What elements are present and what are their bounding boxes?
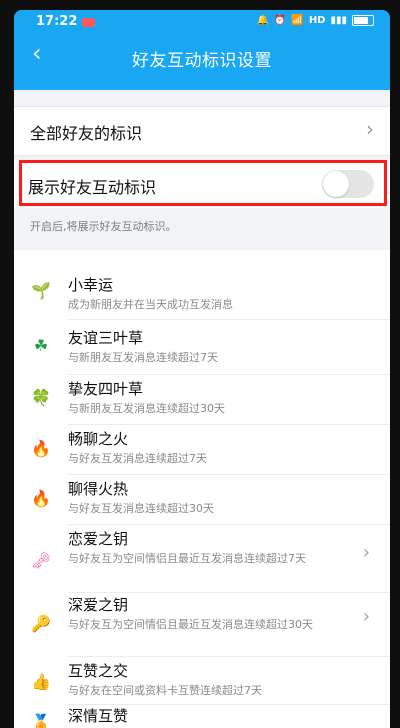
notification-icon <box>82 18 95 27</box>
item-desc: 与好友互为空间情侣且最近互发消息连续超过7天 <box>68 552 306 565</box>
clover-four-icon: 🍀 <box>31 387 51 407</box>
item-desc: 与好友在空间或资料卡互赞连续超过7天 <box>68 684 262 697</box>
item-name: 友谊三叶草 <box>68 329 144 347</box>
chevron-right-icon: › <box>366 117 374 141</box>
item-name: 畅聊之火 <box>68 430 129 448</box>
app-header: 17:22 🔔 ⏰ 📶 HD ▮▮▮ ‹ 好友互动标识设置 <box>14 10 390 90</box>
chevron-right-icon: › <box>362 606 370 627</box>
page-title: 好友互动标识设置 <box>132 51 272 71</box>
divider <box>68 656 390 657</box>
item-name: 恋爱之钥 <box>68 530 129 548</box>
item-name: 深情互赞 <box>68 707 129 725</box>
big-flame-icon: 🔥 <box>31 488 51 508</box>
pink-key-icon: 🗝 <box>30 550 52 570</box>
status-icons: 🔔 ⏰ 📶 HD ▮▮▮ <box>256 15 374 26</box>
item-desc: 与好友互发消息连续超过30天 <box>68 502 214 515</box>
highlight-box <box>19 160 387 206</box>
divider <box>68 592 390 593</box>
all-friends-label: 全部好友的标识 <box>30 124 143 143</box>
thumbs-up-icon: 👍 <box>31 671 51 691</box>
bell-icon: 🔔 <box>256 15 269 26</box>
item-name: 挚友四叶草 <box>68 380 144 398</box>
divider <box>68 319 390 320</box>
item-desc: 与新朋友互发消息连续超过7天 <box>68 351 218 364</box>
item-name: 互赞之交 <box>68 662 129 680</box>
item-name: 小幸运 <box>68 276 114 294</box>
wifi-icon: 📶 <box>291 15 304 26</box>
item-desc: 与好友互发消息连续超过7天 <box>68 452 207 465</box>
signal-icon: ▮▮▮ <box>330 15 347 26</box>
alarm-icon: ⏰ <box>273 15 287 26</box>
interaction-mark-list: 🌱 小幸运 成为新朋友并在当天成功互发消息 ☘ 友谊三叶草 与新朋友互发消息连续… <box>14 250 390 728</box>
divider <box>68 474 390 475</box>
battery-icon <box>352 15 374 26</box>
network-label: HD <box>308 15 326 26</box>
divider <box>68 374 390 375</box>
status-time: 17:22 <box>36 14 78 29</box>
clover-three-icon: ☘ <box>33 335 49 355</box>
pink-key-big-icon: 🔑 <box>31 613 51 633</box>
item-name: 聊得火热 <box>68 480 129 498</box>
all-friends-row[interactable]: 全部好友的标识 › <box>14 106 390 156</box>
status-bar: 17:22 🔔 ⏰ 📶 HD ▮▮▮ <box>14 10 390 34</box>
item-desc: 成为新朋友并在当天成功互发消息 <box>68 298 233 311</box>
sprout-icon: 🌱 <box>31 280 51 300</box>
medal-icon: 🏅 <box>31 712 51 728</box>
divider <box>68 424 390 425</box>
flame-icon: 🔥 <box>31 438 51 458</box>
chevron-right-icon: › <box>362 542 370 563</box>
item-desc: 与好友互为空间情侣且最近互发消息连续超过30天 <box>68 618 313 631</box>
item-desc: 与新朋友互发消息连续超过30天 <box>68 402 225 415</box>
phone-screen: 17:22 🔔 ⏰ 📶 HD ▮▮▮ ‹ 好友互动标识设置 全部好友的标识 › … <box>14 10 390 728</box>
toggle-hint: 开启后,将展示好友互动标识。 <box>30 220 177 233</box>
divider <box>68 524 390 525</box>
item-name: 深爱之钥 <box>68 596 129 614</box>
